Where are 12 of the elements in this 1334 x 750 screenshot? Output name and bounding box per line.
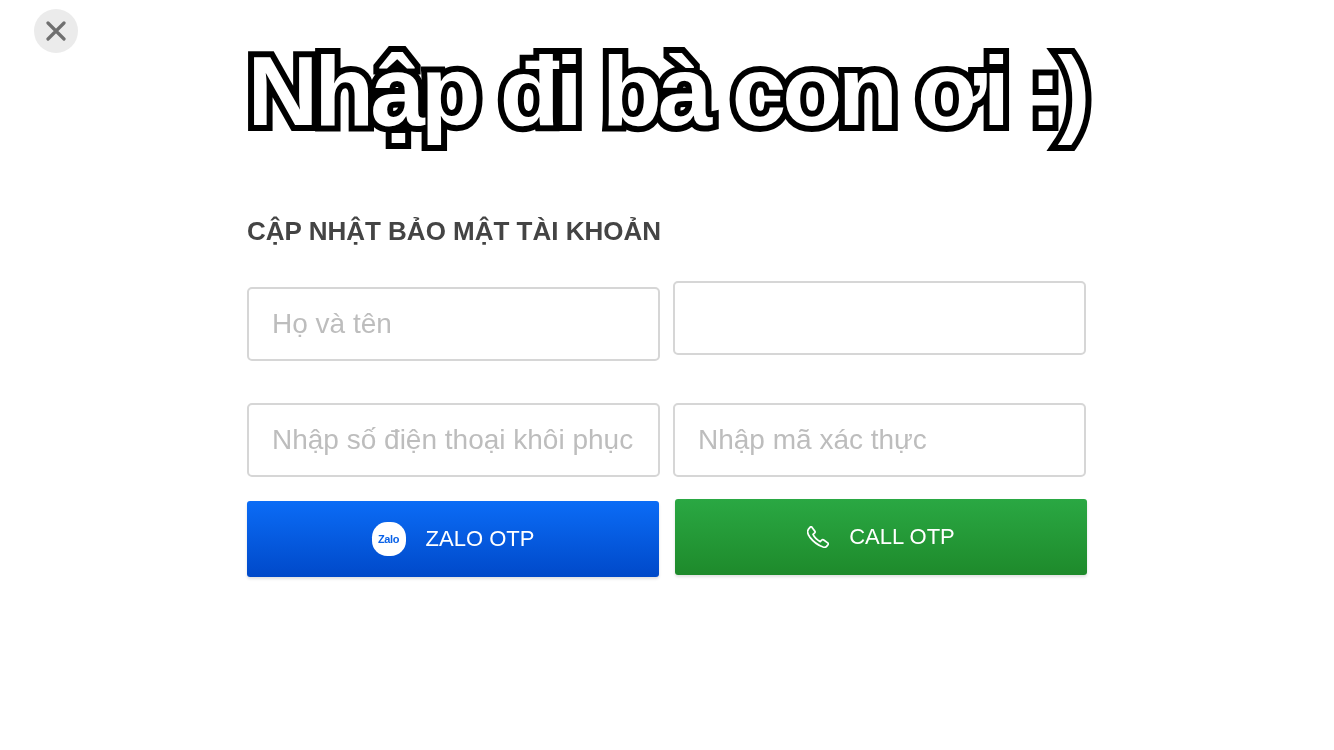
input-field[interactable]: Họ và tên — [247, 287, 660, 361]
input-field[interactable]: Nhập mã xác thực — [673, 403, 1086, 477]
close-icon — [46, 21, 66, 41]
close-button[interactable] — [34, 9, 78, 53]
banner-title: Nhập đi bà con ơi :) — [241, 30, 1093, 152]
input-field[interactable]: Nhập số điện thoại khôi phục — [247, 403, 660, 477]
input-field[interactable] — [673, 281, 1086, 355]
phone-icon — [807, 526, 830, 548]
form-heading: CẬP NHẬT BẢO MẬT TÀI KHOẢN — [247, 215, 663, 247]
app-logo: Zalo — [371, 522, 406, 556]
zalo-otp-button[interactable]: Zalo ZALO OTP — [247, 501, 659, 577]
call-otp-button[interactable]: CALL OTP — [675, 499, 1087, 575]
